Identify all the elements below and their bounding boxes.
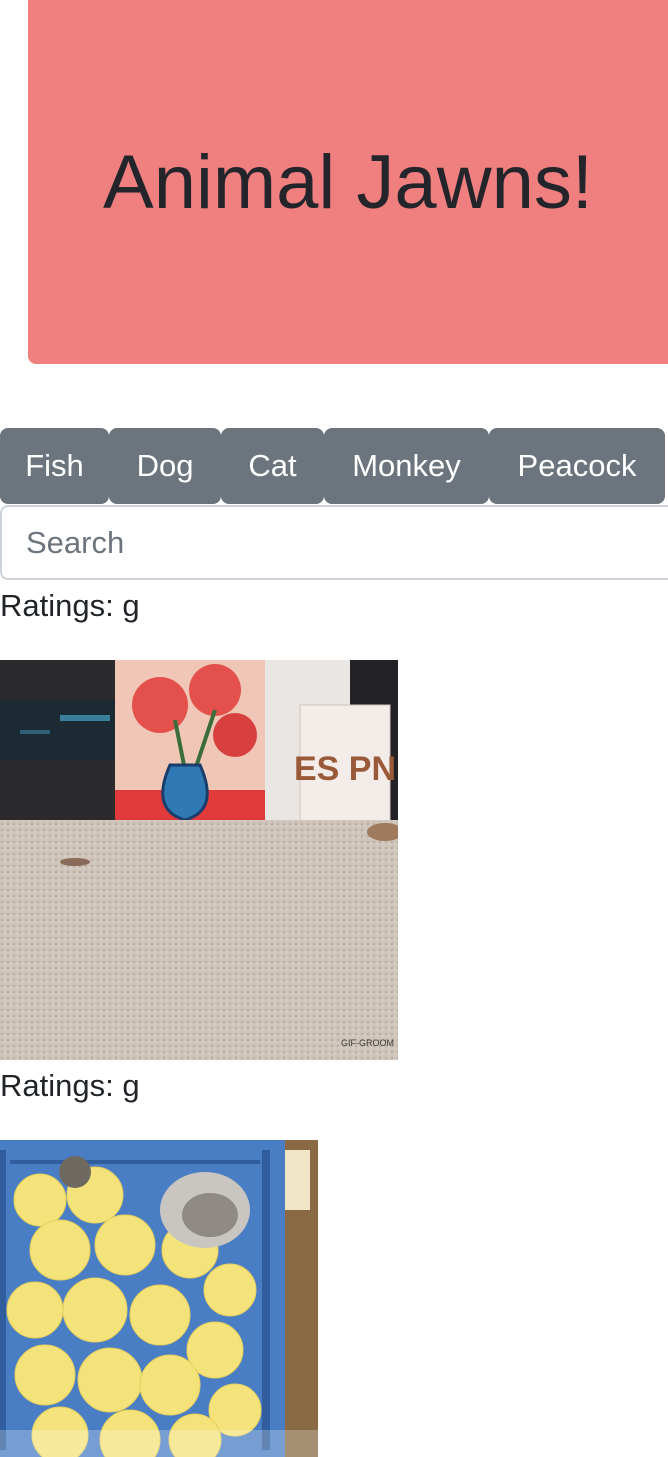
page-title: Animal Jawns! — [103, 139, 593, 225]
fish-button[interactable]: Fish — [0, 428, 109, 504]
rating-label: Ratings: g — [0, 588, 140, 623]
peacock-button[interactable]: Peacock — [489, 428, 665, 504]
search-container — [0, 505, 668, 580]
rating-label: Ratings: g — [0, 1068, 140, 1103]
animal-button-row: Fish Dog Cat Monkey Peacock — [0, 428, 668, 504]
espn-book-text: ES PN — [294, 750, 396, 788]
monkey-button[interactable]: Monkey — [324, 428, 489, 504]
espn-book: ES PN — [294, 704, 396, 824]
result-gif-cat-carpet[interactable]: ES PN GIF-GROOM — [0, 660, 398, 1060]
jumbotron-header: Animal Jawns! — [28, 0, 668, 364]
gif-watermark: GIF-GROOM — [341, 1038, 394, 1048]
dog-button[interactable]: Dog — [109, 428, 221, 504]
cat-button[interactable]: Cat — [221, 428, 324, 504]
result-gif-chicks-crate[interactable] — [0, 1140, 318, 1457]
search-input[interactable] — [0, 505, 668, 580]
